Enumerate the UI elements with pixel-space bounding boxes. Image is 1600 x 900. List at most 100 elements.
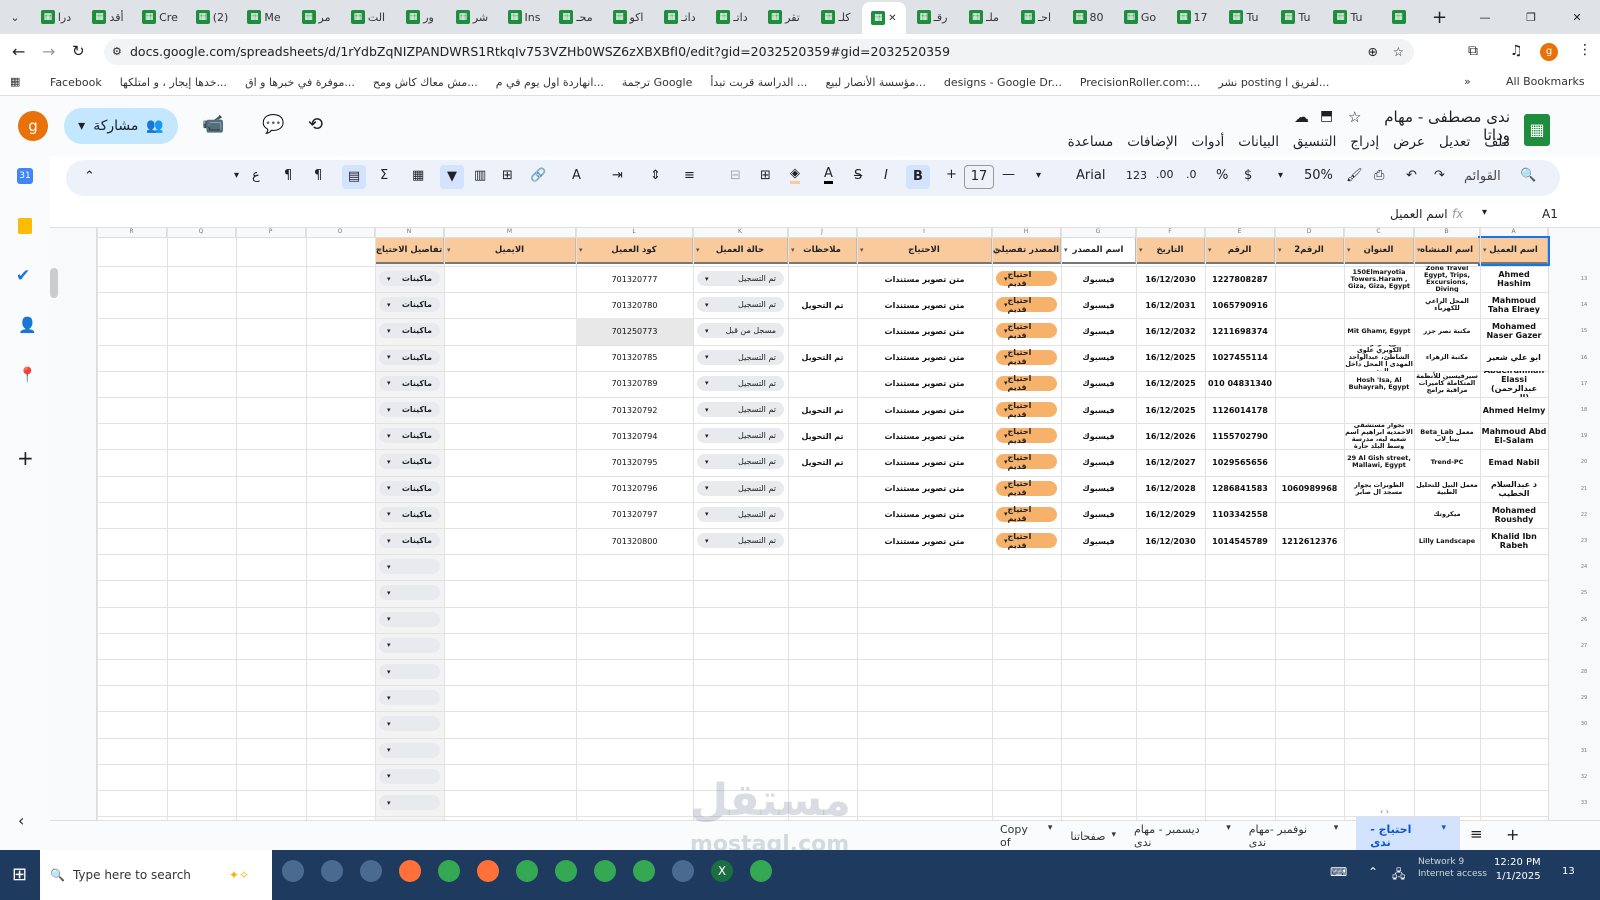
decimal-more-button[interactable]: .00	[1156, 168, 1174, 181]
cell-name[interactable]: Mahmoud Taha Elraey	[1480, 292, 1548, 318]
browser-tab[interactable]: ▦	[1374, 3, 1426, 31]
cell-phone2[interactable]	[1275, 423, 1344, 449]
all-bookmarks[interactable]: All Bookmarks	[1506, 75, 1585, 88]
cell-phone2[interactable]	[1275, 292, 1344, 318]
windows-start-icon[interactable]: ⊞	[12, 864, 27, 885]
cell-phone[interactable]: 1065790916	[1205, 292, 1275, 318]
row-number[interactable]: 27	[1578, 643, 1590, 649]
zoom-dropdown-icon[interactable]: ▾	[1278, 170, 1283, 181]
cell-code[interactable]: 701320794	[576, 423, 693, 449]
chrome-icon[interactable]	[750, 860, 772, 882]
merge-icon[interactable]: ⊟	[730, 168, 741, 183]
cell-code[interactable]: 701320792	[576, 397, 693, 423]
browser-tab[interactable]: ▦ اكو	[602, 3, 654, 31]
cell-date[interactable]: 16/12/2027	[1136, 449, 1205, 475]
version-history-icon[interactable]: ⟲	[308, 114, 323, 135]
browser-tab[interactable]: ▦ رقـ	[906, 3, 958, 31]
menu-item[interactable]: التنسيق	[1293, 134, 1336, 150]
vertical-scrollbar[interactable]	[50, 268, 58, 298]
cell-code[interactable]: 701320785	[576, 345, 693, 371]
need-detail-chip[interactable]: ▾ ماكينات	[379, 506, 440, 522]
sheet-tab[interactable]: Copy of ▾	[1000, 823, 1052, 849]
redo-icon[interactable]: ↷	[1434, 168, 1445, 183]
scroll-left-icon[interactable]: ‹ ›	[1380, 807, 1389, 816]
cell-phone[interactable]: 1286841583	[1205, 476, 1275, 502]
maps-icon[interactable]: 📍	[18, 366, 37, 384]
cell-date[interactable]: 16/12/2025	[1136, 397, 1205, 423]
cell-address[interactable]: 29 Al Gish street, Mallawi, Egypt	[1344, 449, 1414, 475]
cell-name[interactable]: Mahmoud Abd El-Salam	[1480, 423, 1548, 449]
back-icon[interactable]: ←	[12, 42, 25, 61]
cloud-status-icon[interactable]: ☁	[1294, 108, 1309, 126]
row-number[interactable]: 21	[1578, 486, 1590, 492]
need-detail-chip[interactable]: ▾	[379, 690, 440, 706]
bookmark-star-icon[interactable]: ☆	[1393, 39, 1404, 65]
sheet-tab-dropdown-icon[interactable]: ▾	[1048, 823, 1053, 849]
share-dropdown-icon[interactable]: ▾	[78, 118, 85, 134]
need-detail-chip[interactable]: ▾ ماكينات	[379, 428, 440, 444]
cell-address[interactable]: الطوبرات بجوار مسجد ال صابر	[1344, 476, 1414, 502]
source-detail-chip[interactable]: ▾ احتياج قديم	[996, 401, 1057, 419]
need-detail-chip[interactable]: ▾ ماكينات	[379, 271, 440, 286]
row-number[interactable]: 14	[1578, 302, 1590, 308]
source-detail-chip[interactable]: ▾ احتياج قديم	[996, 453, 1057, 471]
close-window-button[interactable]: ✕	[1554, 11, 1600, 24]
chrome-icon[interactable]	[438, 860, 460, 882]
cell-phone[interactable]: 010 04831340	[1205, 371, 1275, 397]
browser-tab[interactable]: ▦ احـ	[1010, 3, 1062, 31]
browser-tab[interactable]: ▦ درا	[30, 3, 82, 31]
need-detail-chip[interactable]: ▾ ماكينات	[379, 375, 440, 391]
column-letter[interactable]: A	[1480, 228, 1548, 238]
cell-phone[interactable]: 1227808287	[1205, 266, 1275, 292]
need-detail-chip[interactable]: ▾	[379, 637, 440, 653]
cell-phone2[interactable]	[1275, 345, 1344, 371]
browser-tab[interactable]: ▦ كلـ	[810, 3, 862, 31]
client-status-chip[interactable]: ▾ تم التسجيل	[697, 297, 784, 313]
filter-icon[interactable]: ▼	[440, 165, 464, 189]
column-header-cell[interactable]: العنوان ▾	[1344, 238, 1414, 264]
filter-dropdown-icon[interactable]: ▾	[1347, 246, 1351, 254]
source-detail-chip[interactable]: ▾ احتياج قديم	[996, 348, 1057, 366]
column-letter[interactable]: G	[1061, 228, 1136, 238]
column-letter[interactable]: L	[576, 228, 693, 238]
minimize-window-button[interactable]: —	[1462, 11, 1508, 24]
need-detail-chip[interactable]: ▾	[379, 559, 440, 575]
cell-note[interactable]: تم التحويل	[788, 423, 857, 449]
cell-address[interactable]	[1344, 292, 1414, 318]
need-detail-chip[interactable]: ▾ ماكينات	[379, 297, 440, 313]
browser-tab[interactable]: ▦ Tu	[1218, 3, 1270, 31]
strikethrough-icon[interactable]: S̶	[854, 168, 862, 183]
row-number[interactable]: 26	[1578, 617, 1590, 623]
cell-name[interactable]: ابو علي شعير	[1480, 345, 1548, 371]
cell-address[interactable]: 150Elmaryotia Towers.Haram , Giza, Giza,…	[1344, 266, 1414, 292]
need-detail-chip[interactable]: ▾	[379, 664, 440, 679]
need-detail-chip[interactable]: ▾	[379, 716, 440, 732]
decimal-less-button[interactable]: .0	[1186, 168, 1197, 181]
extensions-icon[interactable]: ⧉	[1468, 43, 1478, 59]
italic-button[interactable]: I	[884, 168, 888, 183]
row-number[interactable]: 24	[1578, 564, 1590, 570]
snipping-icon[interactable]	[321, 860, 343, 882]
bookmark-item[interactable]: designs - Google Dr...	[944, 76, 1062, 89]
cell-phone2[interactable]	[1275, 397, 1344, 423]
need-detail-chip[interactable]: ▾ ماكينات	[379, 533, 440, 548]
browser-tab[interactable]: ▦ ✕	[862, 2, 906, 34]
filter-dropdown-icon[interactable]: ▾	[579, 246, 583, 254]
cell-phone2[interactable]	[1275, 318, 1344, 344]
cell-phone2[interactable]: 1212612376	[1275, 528, 1344, 554]
bookmark-item[interactable]: مش معاك كاش ومح...	[373, 76, 478, 89]
cell-company[interactable]: مكتبة الزهراء	[1414, 345, 1480, 371]
drive-move-icon[interactable]: ⬒	[1320, 108, 1333, 124]
column-letter[interactable]: C	[1344, 228, 1414, 238]
client-status-chip[interactable]: ▾ تم التسجيل	[697, 428, 784, 444]
link-icon[interactable]: 🔗	[530, 168, 546, 183]
browser-tab[interactable]: ▦ Cre	[134, 3, 186, 31]
client-status-chip[interactable]: ▾ تم التسجيل	[697, 506, 784, 522]
need-detail-chip[interactable]: ▾ ماكينات	[379, 402, 440, 417]
row-number[interactable]: 32	[1578, 774, 1590, 780]
apps-icon[interactable]: ▦	[10, 75, 20, 88]
column-header-cell[interactable]: الاحتياج ▾	[857, 238, 992, 264]
cell-date[interactable]: 16/12/2028	[1136, 476, 1205, 502]
browser-tab[interactable]: ▦ محـ	[550, 3, 602, 31]
chart-icon[interactable]: ▥	[474, 168, 486, 183]
